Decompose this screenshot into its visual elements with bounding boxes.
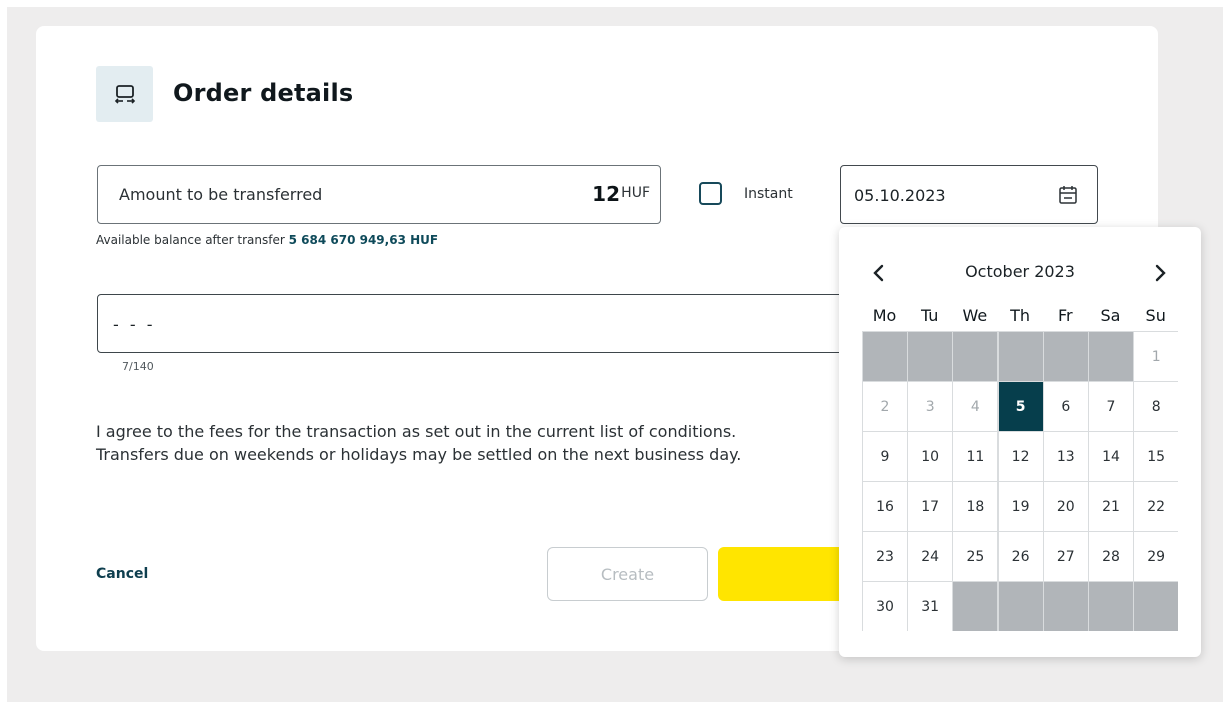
calendar-day[interactable]: 17 <box>908 482 953 531</box>
cancel-link[interactable]: Cancel <box>96 566 148 582</box>
amount-label: Amount to be transferred <box>119 185 323 204</box>
calendar-day[interactable]: 6 <box>1043 382 1088 431</box>
instant-label[interactable]: Instant <box>744 186 793 202</box>
calendar-icon[interactable] <box>1057 184 1079 206</box>
agreement-line-2: Transfers due on weekends or holidays ma… <box>96 445 742 464</box>
calendar-day: 3 <box>908 382 953 431</box>
calendar-empty-cell <box>1089 582 1133 631</box>
calendar-empty-cell <box>998 582 1043 631</box>
calendar-day[interactable]: 13 <box>1043 432 1088 481</box>
calendar-weekday-header: Mo Tu We Th Fr Sa Su <box>862 306 1178 326</box>
weekday-label: Sa <box>1100 306 1121 325</box>
calendar-day-grid: 1 2 3 4 5 6 7 8 9 10 11 12 13 14 15 16 17 18 19 20 21 22 23 24 2… <box>862 331 1179 631</box>
calendar-empty-cell <box>863 332 907 381</box>
page-title: Order details <box>173 79 354 107</box>
calendar-day[interactable]: 30 <box>863 582 907 631</box>
calendar-day[interactable]: 27 <box>1043 532 1088 581</box>
calendar-empty-cell <box>1134 582 1179 631</box>
calendar-day-selected[interactable]: 5 <box>998 382 1043 431</box>
calendar-day[interactable]: 7 <box>1089 382 1133 431</box>
date-field[interactable]: 05.10.2023 <box>840 165 1098 224</box>
calendar-day[interactable]: 12 <box>998 432 1043 481</box>
calendar-day[interactable]: 9 <box>863 432 907 481</box>
amount-field[interactable]: Amount to be transferred 12 HUF <box>97 165 661 224</box>
weekday-label: Mo <box>872 306 897 325</box>
instant-checkbox[interactable] <box>699 182 722 205</box>
calendar-day[interactable]: 14 <box>1089 432 1133 481</box>
calendar-day[interactable]: 16 <box>863 482 907 531</box>
calendar-day[interactable]: 8 <box>1134 382 1179 431</box>
chevron-right-icon[interactable] <box>1149 261 1171 285</box>
fee-agreement-text: I agree to the fees for the transaction … <box>96 420 856 466</box>
date-picker-popup: October 2023 Mo Tu We Th Fr Sa Su 1 2 3 4 5 6 7 8 9 10 1… <box>839 227 1201 657</box>
calendar-day[interactable]: 29 <box>1134 532 1179 581</box>
create-button[interactable]: Create <box>547 547 708 601</box>
weekday-label: We <box>962 306 988 325</box>
amount-currency: HUF <box>621 185 650 201</box>
weekday-label: Su <box>1145 306 1166 325</box>
weekday-label: Th <box>1010 306 1031 325</box>
calendar-day[interactable]: 25 <box>953 532 998 581</box>
balance-prefix: Available balance after transfer <box>96 233 285 247</box>
agreement-line-1: I agree to the fees for the transaction … <box>96 422 737 441</box>
transfer-icon <box>96 66 153 122</box>
calendar-empty-cell <box>1089 332 1133 381</box>
calendar-day: 1 <box>1134 332 1179 381</box>
calendar-day[interactable]: 10 <box>908 432 953 481</box>
calendar-day[interactable]: 18 <box>953 482 998 531</box>
calendar-day[interactable]: 21 <box>1089 482 1133 531</box>
balance-value: 5 684 670 949,63 HUF <box>288 233 439 247</box>
calendar-day[interactable]: 15 <box>1134 432 1179 481</box>
calendar-day[interactable]: 22 <box>1134 482 1179 531</box>
message-counter: 7/140 <box>122 360 154 373</box>
message-field[interactable]: - - - <box>97 294 857 353</box>
calendar-empty-cell <box>1043 332 1088 381</box>
calendar-day: 2 <box>863 382 907 431</box>
calendar-empty-cell <box>908 332 953 381</box>
calendar-day: 4 <box>953 382 998 431</box>
message-value[interactable]: - - - <box>113 315 156 334</box>
calendar-empty-cell <box>1043 582 1088 631</box>
weekday-label: Tu <box>920 306 939 325</box>
calendar-empty-cell <box>953 332 998 381</box>
calendar-day[interactable]: 19 <box>998 482 1043 531</box>
calendar-day[interactable]: 31 <box>908 582 953 631</box>
calendar-day[interactable]: 24 <box>908 532 953 581</box>
balance-info: Available balance after transfer 5 684 6… <box>96 233 438 247</box>
calendar-month-label: October 2023 <box>965 262 1075 281</box>
calendar-day[interactable]: 26 <box>998 532 1043 581</box>
calendar-day[interactable]: 20 <box>1043 482 1088 531</box>
calendar-day[interactable]: 11 <box>953 432 998 481</box>
calendar-empty-cell <box>998 332 1043 381</box>
calendar-empty-cell <box>953 582 998 631</box>
weekday-label: Fr <box>1057 306 1073 325</box>
calendar-day[interactable]: 23 <box>863 532 907 581</box>
calendar-day[interactable]: 28 <box>1089 532 1133 581</box>
amount-value[interactable]: 12 <box>592 182 620 206</box>
primary-action-button[interactable] <box>718 547 858 601</box>
date-value[interactable]: 05.10.2023 <box>854 186 946 205</box>
